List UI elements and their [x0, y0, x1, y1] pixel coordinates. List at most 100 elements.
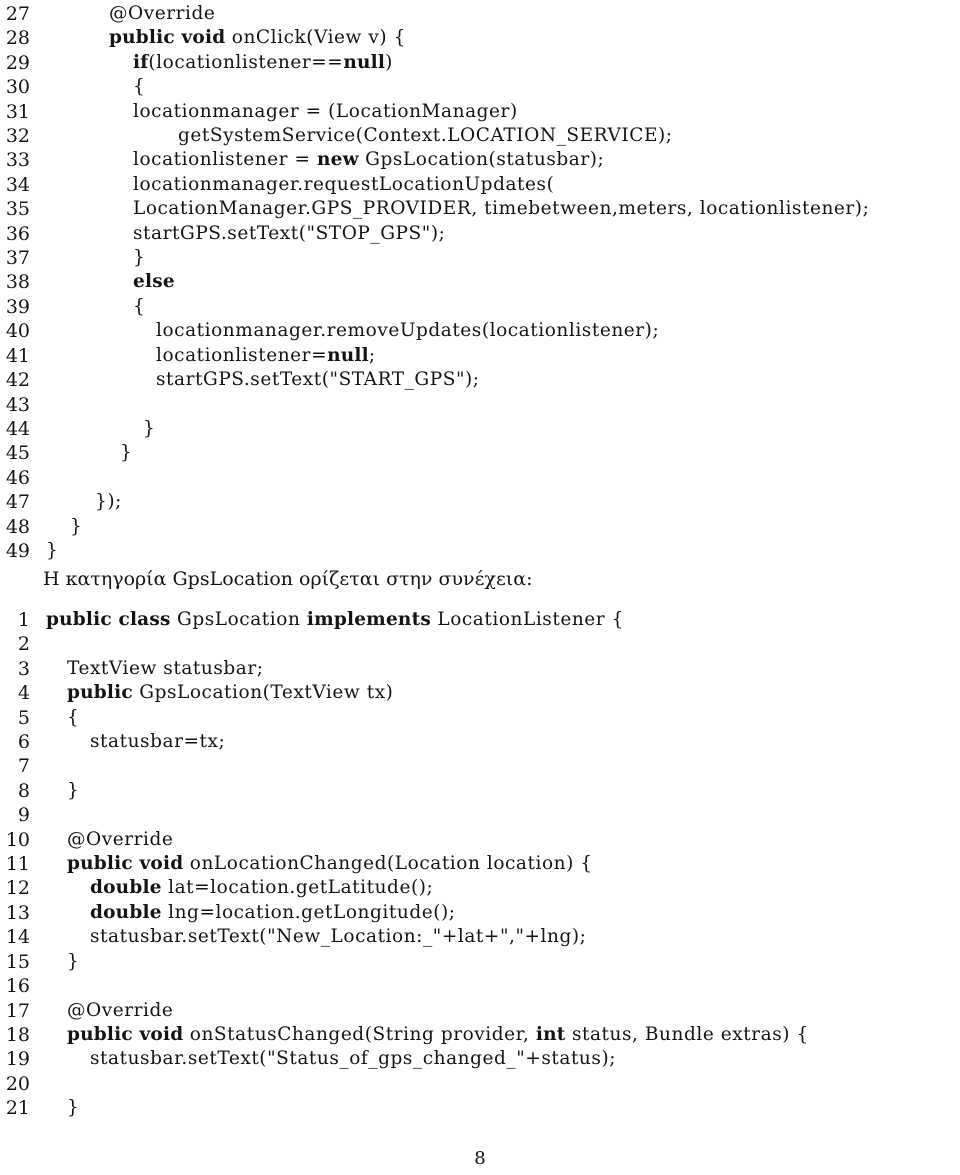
code-token: LocationManager.GPS_PROVIDER, timebetwee…	[133, 198, 870, 220]
code-line: 12 double lat=location.getLatitude();	[0, 876, 960, 900]
line-number: 30	[5, 76, 30, 99]
code-line: 44}	[0, 417, 960, 441]
code-line: 34 locationmanager.requestLocationUpdates…	[0, 173, 960, 197]
line-number: 13	[5, 901, 30, 924]
line-number: 15	[5, 950, 30, 973]
code-line: 14 statusbar.setText("New_Location:_"+lat…	[0, 925, 960, 949]
code-text: }	[67, 1096, 79, 1120]
code-line: 17 @Override	[0, 999, 960, 1023]
code-text: @Override	[109, 2, 215, 26]
line-number: 34	[5, 173, 30, 196]
line-number: 20	[5, 1072, 30, 1095]
code-text: statusbar.setText("Status_of_gps_changed…	[90, 1047, 616, 1071]
code-text: }	[133, 246, 145, 270]
code-line: 18 public void onStatusChanged(String pro…	[0, 1023, 960, 1047]
code-text: startGPS.setText("START_GPS");	[156, 368, 480, 392]
code-text: }	[67, 950, 79, 974]
code-line: 39 {	[0, 295, 960, 319]
code-line: 2	[0, 632, 960, 656]
code-text: }	[143, 417, 155, 441]
code-token: locationmanager.removeUpdates(locationli…	[156, 320, 660, 342]
code-text: }	[46, 539, 58, 563]
code-keyword: null	[327, 344, 369, 366]
code-line: 37}	[0, 246, 960, 270]
code-token: GpsLocation(statusbar);	[358, 149, 605, 171]
code-token: });	[95, 491, 122, 513]
line-number: 12	[5, 877, 30, 900]
code-line: 43	[0, 393, 960, 417]
code-line: 35 LocationManager.GPS_PROVIDER, timebetw…	[0, 197, 960, 221]
code-token: statusbar=tx;	[90, 731, 226, 753]
code-line: 27 @Override	[0, 2, 960, 26]
line-number: 33	[5, 149, 30, 172]
code-text: locationlistener = new GpsLocation(statu…	[133, 148, 604, 172]
line-number: 19	[5, 1048, 30, 1071]
code-text: public void onStatusChanged(String provi…	[67, 1023, 809, 1047]
code-line: 46	[0, 466, 960, 490]
code-token: {	[133, 76, 146, 98]
code-token: ;	[368, 344, 376, 366]
code-keyword: else	[133, 271, 175, 293]
code-line: 49}	[0, 539, 960, 563]
paragraph-gpslocation-intro: Η κατηγορία GpsLocation ορίζεται στην συ…	[43, 568, 533, 590]
code-token: onClick(View v) {	[225, 27, 406, 49]
code-keyword: public class	[46, 609, 171, 630]
code-keyword: double	[90, 901, 162, 923]
line-number: 6	[17, 731, 30, 754]
code-line: 45}	[0, 441, 960, 465]
code-token: locationmanager.requestLocationUpdates(	[133, 173, 555, 195]
line-number: 42	[5, 369, 30, 392]
code-line: 6 statusbar=tx;	[0, 730, 960, 754]
line-number: 7	[17, 755, 30, 778]
code-token: GpsLocation	[170, 609, 307, 630]
code-line: 7	[0, 754, 960, 778]
code-token: lat=location.getLatitude();	[161, 877, 434, 899]
code-token: }	[46, 539, 59, 561]
line-number: 8	[17, 779, 30, 802]
code-token: onLocationChanged(Location location) {	[183, 853, 593, 875]
code-line: 21}	[0, 1096, 960, 1120]
code-text: {	[133, 295, 145, 319]
code-line: 30 {	[0, 75, 960, 99]
code-line: 28 public void onClick(View v) {	[0, 26, 960, 50]
page-number: 8	[474, 1148, 486, 1169]
line-number: 9	[17, 804, 30, 827]
code-line: 33 locationlistener = new GpsLocation(sta…	[0, 148, 960, 172]
code-line: 36 startGPS.setText("STOP_GPS");	[0, 222, 960, 246]
code-token: }	[67, 950, 80, 972]
code-text: getSystemService(Context.LOCATION_SERVIC…	[178, 124, 673, 148]
code-line: 31 locationmanager = (LocationManager)	[0, 100, 960, 124]
line-number: 14	[5, 926, 30, 949]
code-token: locationlistener =	[133, 149, 317, 171]
code-token: locationmanager = (LocationManager)	[133, 100, 518, 122]
code-text: locationmanager.removeUpdates(locationli…	[156, 319, 659, 343]
code-token: )	[385, 51, 393, 73]
line-number: 36	[5, 222, 30, 245]
code-line: 8}	[0, 779, 960, 803]
code-line: 32 getSystemService(Context.LOCATION_SERV…	[0, 124, 960, 148]
code-token: statusbar.setText("New_Location:_"+lat+"…	[90, 926, 587, 948]
code-text: public class GpsLocation implements Loca…	[46, 608, 624, 632]
line-number: 35	[5, 198, 30, 221]
code-text: double lng=location.getLongitude();	[90, 901, 456, 925]
document-page: 27 @Override 28 public void onClick(View v)…	[0, 0, 960, 1175]
code-text: });	[95, 490, 122, 514]
code-text: LocationManager.GPS_PROVIDER, timebetwee…	[133, 197, 869, 221]
code-token: startGPS.setText("START_GPS");	[156, 369, 480, 391]
code-keyword: int	[535, 1023, 566, 1045]
code-text: statusbar.setText("New_Location:_"+lat+"…	[90, 925, 586, 949]
line-number: 28	[5, 27, 30, 50]
code-token: getSystemService(Context.LOCATION_SERVIC…	[178, 125, 673, 147]
code-line: 47});	[0, 490, 960, 514]
line-number: 5	[17, 706, 30, 729]
line-number: 32	[5, 125, 30, 148]
line-number: 43	[5, 393, 30, 416]
code-line: 16	[0, 974, 960, 998]
line-number: 46	[5, 466, 30, 489]
code-text: public void onClick(View v) {	[109, 26, 406, 50]
code-line: 10 @Override	[0, 828, 960, 852]
line-number: 31	[5, 100, 30, 123]
line-number: 17	[5, 999, 30, 1022]
code-line: 42 startGPS.setText("START_GPS");	[0, 368, 960, 392]
code-text: @Override	[67, 999, 173, 1023]
